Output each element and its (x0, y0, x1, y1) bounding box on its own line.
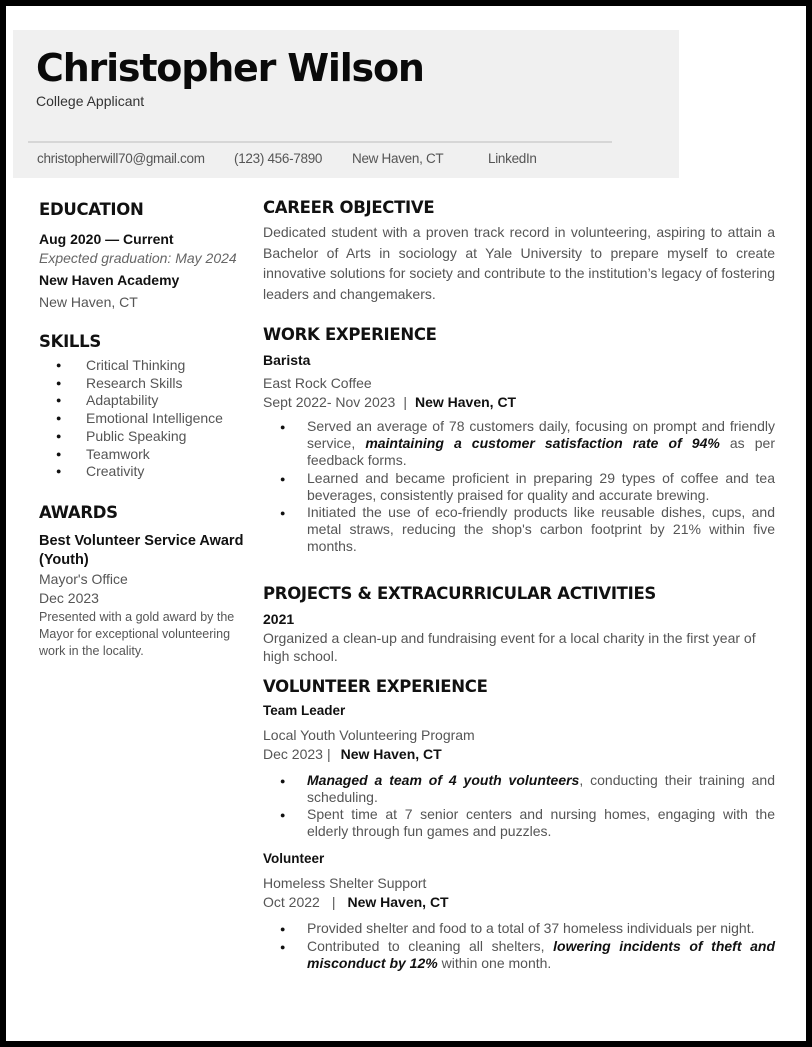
bullet-text: Learned and became proficient in prepari… (307, 469, 775, 503)
volunteer-location: New Haven, CT (340, 745, 442, 762)
volunteer-meta: Oct 2022 | New Haven, CT (263, 893, 775, 912)
objective-text: Dedicated student with a proven track re… (263, 224, 775, 302)
volunteer-role-title: Volunteer (263, 851, 325, 867)
work-company: East Rock Coffee (263, 375, 372, 391)
work-bullet: Learned and became proficient in prepari… (263, 470, 775, 504)
contact-linkedin-link[interactable]: LinkedIn (488, 151, 537, 166)
award-issuer: Mayor's Office (39, 570, 128, 587)
left-column: EDUCATION Aug 2020 — Current Expected gr… (39, 200, 254, 660)
work-section: WORK EXPERIENCE Barista East Rock Coffee… (263, 325, 775, 556)
projects-heading: PROJECTS & EXTRACURRICULAR ACTIVITIES (263, 583, 657, 603)
projects-year: 2021 (263, 610, 295, 627)
volunteer-bullets: Managed a team of 4 youth volunteers, co… (263, 772, 775, 841)
awards-heading: AWARDS (39, 502, 118, 522)
bullet-text: within one month. (437, 954, 552, 971)
right-column: CAREER OBJECTIVE Dedicated student with … (263, 198, 775, 972)
work-bullet: Served an average of 78 customers daily,… (263, 418, 775, 470)
contact-phone: (123) 456-7890 (234, 151, 323, 166)
volunteer-bullet: Provided shelter and food to a total of … (263, 920, 775, 938)
resume-page: Christopher Wilson College Applicant chr… (6, 6, 806, 1041)
bullet-text: Spent time at 7 senior centers and nursi… (307, 806, 775, 840)
education-location: New Haven, CT (39, 294, 138, 310)
skill-item: Emotional Intelligence (39, 410, 254, 428)
skill-item: Public Speaking (39, 428, 254, 446)
volunteer-heading: VOLUNTEER EXPERIENCE (263, 676, 488, 696)
volunteer-bullets: Provided shelter and food to a total of … (263, 920, 775, 972)
volunteer-dates: Dec 2023 (263, 745, 323, 762)
candidate-role: College Applicant (36, 93, 145, 109)
skill-item: Critical Thinking (39, 357, 254, 375)
volunteer-meta: Dec 2023 | New Haven, CT (263, 745, 775, 764)
volunteer-bullet: Managed a team of 4 youth volunteers, co… (263, 772, 775, 806)
header-divider (28, 141, 612, 143)
skills-heading: SKILLS (39, 332, 101, 351)
work-heading: WORK EXPERIENCE (263, 325, 437, 344)
skill-item: Teamwork (39, 446, 254, 464)
resume-header: Christopher Wilson College Applicant chr… (13, 30, 679, 178)
volunteer-dates: Oct 2022 (263, 894, 320, 911)
award-description: Presented with a gold award by the Mayor… (39, 609, 235, 658)
work-separator: | (403, 394, 407, 410)
objective-heading: CAREER OBJECTIVE (263, 198, 435, 217)
volunteer-section: VOLUNTEER EXPERIENCE Team Leader Local Y… (263, 677, 775, 972)
education-dates: Aug 2020 — Current (39, 231, 174, 247)
education-heading: EDUCATION (39, 200, 144, 219)
skill-item: Research Skills (39, 375, 254, 393)
volunteer-location: New Haven, CT (347, 894, 449, 911)
work-title: Barista (263, 352, 311, 368)
skills-list: Critical Thinking Research Skills Adapta… (39, 357, 254, 481)
bullet-highlight: maintaining a customer satisfaction rate… (365, 435, 720, 452)
contact-email[interactable]: christopherwill70@gmail.com (37, 151, 205, 166)
volunteer-bullet: Contributed to cleaning all shelters, lo… (263, 938, 775, 972)
award-date: Dec 2023 (39, 589, 99, 606)
skill-item: Creativity (39, 463, 254, 481)
work-location: New Haven, CT (414, 394, 517, 410)
education-school: New Haven Academy (39, 272, 180, 288)
projects-text: Organized a clean-up and fundraising eve… (263, 629, 756, 664)
work-bullet: Initiated the use of eco-friendly produc… (263, 504, 775, 556)
work-dates: Sept 2022- Nov 2023 (263, 394, 396, 410)
volunteer-org: Homeless Shelter Support (263, 875, 427, 892)
candidate-name: Christopher Wilson (36, 46, 425, 90)
bullet-text: Provided shelter and food to a total of … (307, 920, 755, 937)
volunteer-bullet: Spent time at 7 senior centers and nursi… (263, 806, 775, 840)
volunteer-role-title: Team Leader (263, 702, 346, 718)
award-title: Best Volunteer Service Award (Youth) (39, 532, 244, 568)
objective-section: CAREER OBJECTIVE Dedicated student with … (263, 198, 775, 304)
work-meta: Sept 2022- Nov 2023 | New Haven, CT (263, 393, 775, 412)
education-section: EDUCATION Aug 2020 — Current Expected gr… (39, 200, 254, 312)
skill-item: Adaptability (39, 392, 254, 410)
education-expected: Expected graduation: May 2024 (39, 250, 237, 266)
projects-section: PROJECTS & EXTRACURRICULAR ACTIVITIES 20… (263, 584, 775, 665)
volunteer-separator: | (326, 745, 331, 762)
bullet-text: Initiated the use of eco-friendly produc… (307, 504, 775, 555)
bullet-highlight: Managed a team of 4 youth volunteers (307, 771, 580, 788)
volunteer-org: Local Youth Volunteering Program (263, 726, 475, 743)
volunteer-separator: | (331, 894, 336, 911)
skills-section: SKILLS Critical Thinking Research Skills… (39, 332, 254, 481)
bullet-text: Contributed to cleaning all shelters, (307, 937, 554, 954)
contact-location: New Haven, CT (352, 151, 444, 166)
work-bullets: Served an average of 78 customers daily,… (263, 418, 775, 556)
awards-section: AWARDS Best Volunteer Service Award (You… (39, 503, 254, 660)
